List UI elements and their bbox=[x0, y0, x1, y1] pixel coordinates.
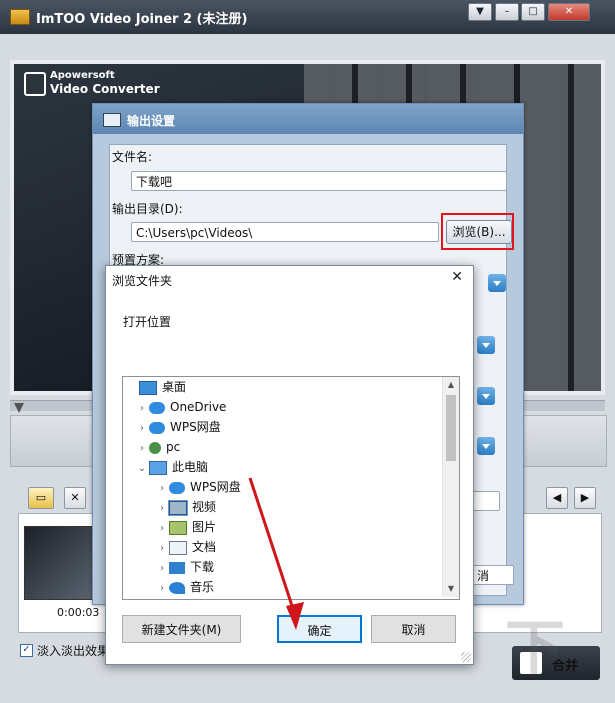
arrow-shaft bbox=[248, 477, 298, 619]
arrow-head bbox=[286, 602, 304, 630]
annotation-arrow bbox=[248, 477, 304, 630]
